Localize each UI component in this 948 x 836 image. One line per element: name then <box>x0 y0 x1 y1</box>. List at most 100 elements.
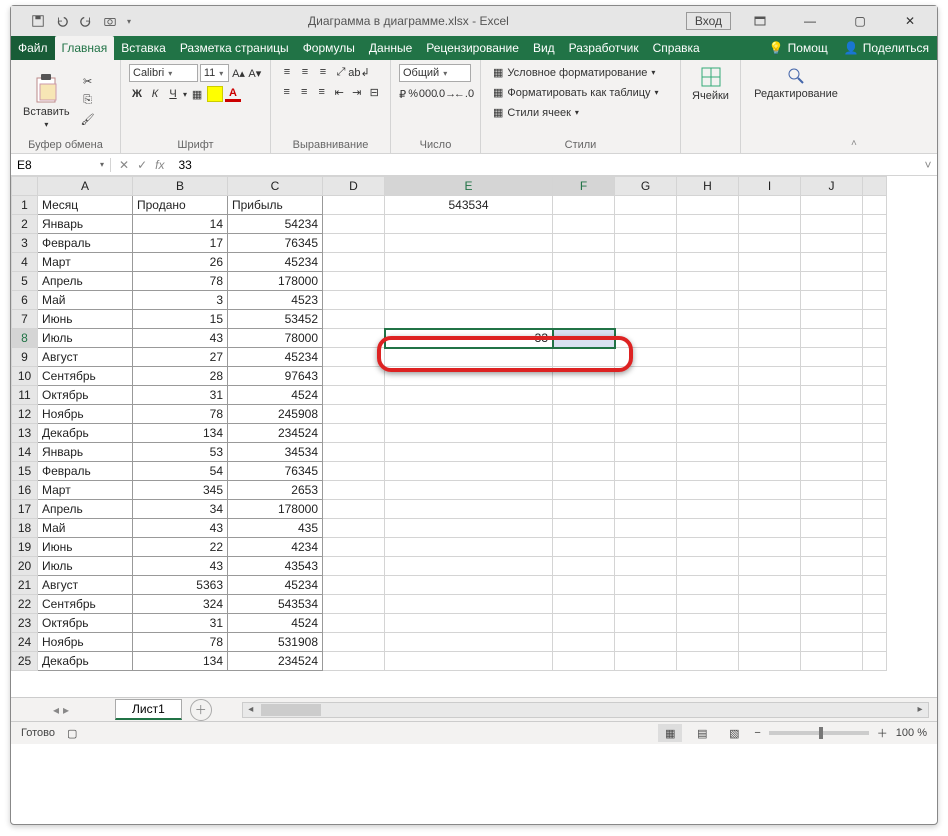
tab-help[interactable]: Справка <box>646 36 707 60</box>
bold-button[interactable]: Ж <box>129 86 145 102</box>
undo-icon[interactable] <box>55 14 69 28</box>
redo-icon[interactable] <box>79 14 93 28</box>
row-header-21[interactable]: 21 <box>12 576 38 595</box>
font-color-icon[interactable]: A <box>225 86 241 102</box>
zoom-level[interactable]: 100 % <box>896 727 927 739</box>
row-header-5[interactable]: 5 <box>12 272 38 291</box>
page-layout-view-icon[interactable]: ▤ <box>690 724 714 742</box>
normal-view-icon[interactable]: ▦ <box>658 724 682 742</box>
cancel-formula-icon[interactable]: ✕ <box>119 158 129 172</box>
row-header-10[interactable]: 10 <box>12 367 38 386</box>
new-sheet-button[interactable]: ＋ <box>190 699 212 721</box>
cut-icon[interactable]: ✂ <box>80 74 96 90</box>
save-icon[interactable] <box>31 14 45 28</box>
orientation-icon[interactable]: ⤢ <box>333 64 349 80</box>
underline-button[interactable]: Ч <box>165 86 181 102</box>
page-break-view-icon[interactable]: ▧ <box>722 724 746 742</box>
tab-developer[interactable]: Разработчик <box>562 36 646 60</box>
cells-button[interactable]: Ячейки <box>689 64 732 104</box>
sheet-tab[interactable]: Лист1 <box>115 699 182 720</box>
currency-icon[interactable]: ₽ <box>399 86 406 102</box>
tell-me[interactable]: 💡Помощ <box>761 41 836 55</box>
inc-decimal-icon[interactable]: .0→ <box>438 86 454 102</box>
fill-color-icon[interactable] <box>207 86 223 102</box>
row-header-23[interactable]: 23 <box>12 614 38 633</box>
worksheet-grid[interactable]: ABCDEFGHIJ1МесяцПроданоПрибыль5435342Янв… <box>11 176 937 698</box>
cell-styles-button[interactable]: ▦Стили ячеек▾ <box>489 104 679 121</box>
zoom-in-icon[interactable]: ＋ <box>877 725 888 741</box>
name-box[interactable]: E8▾ <box>11 158 111 172</box>
font-name-combo[interactable]: Calibri▾ <box>129 64 198 82</box>
borders-icon[interactable]: ▦ <box>189 86 205 102</box>
row-header-6[interactable]: 6 <box>12 291 38 310</box>
conditional-format-button[interactable]: ▦Условное форматирование▾ <box>489 64 679 81</box>
row-header-24[interactable]: 24 <box>12 633 38 652</box>
ribbon-display-icon[interactable] <box>739 7 781 35</box>
share-button[interactable]: 👤Поделиться <box>836 41 937 55</box>
format-painter-icon[interactable]: 🖌 <box>80 112 96 128</box>
tab-review[interactable]: Рецензирование <box>419 36 526 60</box>
comma-icon[interactable]: 000 <box>420 86 436 102</box>
col-header-G[interactable]: G <box>615 177 677 196</box>
row-header-9[interactable]: 9 <box>12 348 38 367</box>
tab-formulas[interactable]: Формулы <box>296 36 362 60</box>
row-header-25[interactable]: 25 <box>12 652 38 671</box>
col-header-J[interactable]: J <box>801 177 863 196</box>
indent-inc-icon[interactable]: ⇥ <box>349 84 365 100</box>
tab-layout[interactable]: Разметка страницы <box>173 36 296 60</box>
expand-formula-icon[interactable]: ˅ <box>919 158 937 172</box>
align-bottom-icon[interactable]: ≡ <box>315 64 331 80</box>
col-header-F[interactable]: F <box>553 177 615 196</box>
tab-nav-prev-icon[interactable]: ◂ <box>53 703 59 717</box>
dec-decimal-icon[interactable]: ←.0 <box>456 86 472 102</box>
row-header-17[interactable]: 17 <box>12 500 38 519</box>
shrink-font-icon[interactable]: A▾ <box>248 65 262 81</box>
fx-icon[interactable]: fx <box>155 158 164 172</box>
tab-insert[interactable]: Вставка <box>114 36 173 60</box>
signin-button[interactable]: Вход <box>686 12 731 30</box>
formula-input[interactable]: 33 <box>172 158 919 172</box>
tab-nav-next-icon[interactable]: ▸ <box>63 703 69 717</box>
macro-record-icon[interactable]: ▢ <box>67 727 77 740</box>
tab-view[interactable]: Вид <box>526 36 562 60</box>
row-header-1[interactable]: 1 <box>12 196 38 215</box>
indent-dec-icon[interactable]: ⇤ <box>332 84 348 100</box>
col-header-E[interactable]: E <box>385 177 553 196</box>
paste-button[interactable]: Вставить ▾ <box>19 70 74 131</box>
row-header-11[interactable]: 11 <box>12 386 38 405</box>
copy-icon[interactable]: ⎘ <box>80 93 96 109</box>
row-header-15[interactable]: 15 <box>12 462 38 481</box>
wrap-text-icon[interactable]: ab↲ <box>351 64 367 80</box>
zoom-slider[interactable] <box>769 731 869 735</box>
col-header-H[interactable]: H <box>677 177 739 196</box>
row-header-2[interactable]: 2 <box>12 215 38 234</box>
select-all-corner[interactable] <box>12 177 38 196</box>
tab-data[interactable]: Данные <box>362 36 419 60</box>
minimize-icon[interactable]: — <box>789 7 831 35</box>
align-right-icon[interactable]: ≡ <box>314 84 330 100</box>
row-header-18[interactable]: 18 <box>12 519 38 538</box>
tab-home[interactable]: Главная <box>55 36 115 60</box>
row-header-4[interactable]: 4 <box>12 253 38 272</box>
row-header-20[interactable]: 20 <box>12 557 38 576</box>
row-header-14[interactable]: 14 <box>12 443 38 462</box>
zoom-out-icon[interactable]: − <box>754 727 760 739</box>
align-left-icon[interactable]: ≡ <box>279 84 295 100</box>
row-header-19[interactable]: 19 <box>12 538 38 557</box>
horizontal-scrollbar[interactable]: ◂▸ <box>242 702 929 718</box>
percent-icon[interactable]: % <box>408 86 418 102</box>
font-size-combo[interactable]: 11▾ <box>200 64 229 82</box>
row-header-22[interactable]: 22 <box>12 595 38 614</box>
align-top-icon[interactable]: ≡ <box>279 64 295 80</box>
row-header-8[interactable]: 8 <box>12 329 38 348</box>
align-center-icon[interactable]: ≡ <box>297 84 313 100</box>
col-header-I[interactable]: I <box>739 177 801 196</box>
align-middle-icon[interactable]: ≡ <box>297 64 313 80</box>
camera-icon[interactable] <box>103 14 117 28</box>
row-header-13[interactable]: 13 <box>12 424 38 443</box>
merge-icon[interactable]: ⊟ <box>367 84 383 100</box>
row-header-3[interactable]: 3 <box>12 234 38 253</box>
col-header-A[interactable]: A <box>38 177 133 196</box>
col-header-C[interactable]: C <box>228 177 323 196</box>
italic-button[interactable]: К <box>147 86 163 102</box>
